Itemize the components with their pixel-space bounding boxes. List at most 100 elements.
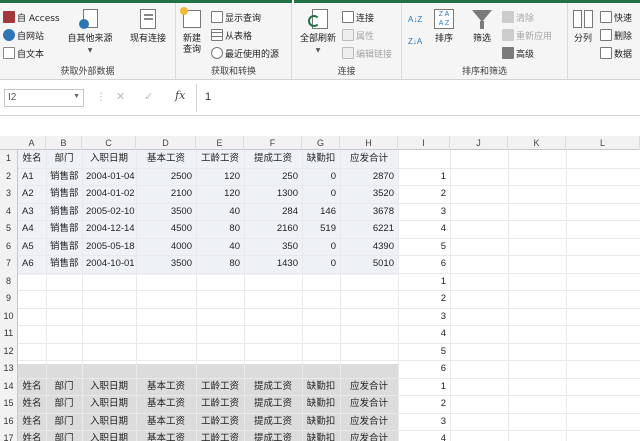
col-i-cell[interactable]: 1: [402, 378, 446, 396]
column-header-c[interactable]: C: [82, 136, 136, 150]
data-cell[interactable]: 3500: [140, 203, 192, 221]
row-header-17[interactable]: 17: [0, 430, 18, 441]
data-cell[interactable]: A3: [22, 203, 42, 221]
header-cell[interactable]: 缺勤扣: [302, 413, 340, 431]
column-header-e[interactable]: E: [196, 136, 244, 150]
header-cell[interactable]: 姓名: [18, 413, 46, 431]
row-header-11[interactable]: 11: [0, 325, 18, 343]
data-cell[interactable]: 3500: [140, 255, 192, 273]
header-cell[interactable]: 提成工资: [244, 150, 302, 168]
row-header-1[interactable]: 1: [0, 150, 18, 168]
data-cell[interactable]: 销售部: [50, 238, 79, 256]
col-i-cell[interactable]: 3: [402, 203, 446, 221]
data-cell[interactable]: 284: [248, 203, 298, 221]
sort-az-button[interactable]: A↓Z: [408, 11, 422, 27]
col-i-cell[interactable]: 2: [402, 185, 446, 203]
header-cell[interactable]: 缺勤扣: [302, 430, 340, 441]
col-i-cell[interactable]: 4: [402, 430, 446, 441]
name-box[interactable]: I2 ▼: [4, 89, 84, 107]
header-cell[interactable]: 应发合计: [340, 430, 398, 441]
col-i-cell[interactable]: 4: [402, 325, 446, 343]
row-header-12[interactable]: 12: [0, 342, 18, 360]
col-i-cell[interactable]: 6: [402, 360, 446, 378]
enter-icon[interactable]: ✓: [144, 90, 153, 103]
header-cell[interactable]: 提成工资: [244, 430, 302, 441]
data-cell[interactable]: 120: [200, 168, 240, 186]
row-header-9[interactable]: 9: [0, 290, 18, 308]
data-cell[interactable]: 4500: [140, 220, 192, 238]
from-table-button[interactable]: 从表格: [211, 27, 252, 43]
column-header-d[interactable]: D: [136, 136, 196, 150]
row-header-4[interactable]: 4: [0, 202, 18, 220]
edit-links-button[interactable]: 编辑链接: [342, 45, 392, 61]
header-cell[interactable]: 基本工资: [136, 150, 196, 168]
data-cell[interactable]: 1300: [248, 185, 298, 203]
data-cell[interactable]: 5010: [344, 255, 394, 273]
col-i-cell[interactable]: 5: [402, 343, 446, 361]
column-header-j[interactable]: J: [450, 136, 508, 150]
clear-filter-button[interactable]: 清除: [502, 9, 534, 25]
data-cell[interactable]: 1430: [248, 255, 298, 273]
other-sources-button[interactable]: 自其他来源 ▼: [64, 7, 116, 56]
new-query-button[interactable]: 新建 查询: [178, 7, 206, 56]
flash-fill-button[interactable]: 快速: [600, 9, 632, 25]
data-cell[interactable]: 3520: [344, 185, 394, 203]
sort-button[interactable]: Z AA Z 排序: [430, 7, 458, 45]
data-validation-button[interactable]: 数据: [600, 45, 632, 61]
col-i-cell[interactable]: 2: [402, 395, 446, 413]
data-cell[interactable]: 40: [200, 238, 240, 256]
data-cell[interactable]: A1: [22, 168, 42, 186]
from-access-button[interactable]: 自 Access: [3, 9, 60, 25]
row-header-7[interactable]: 7: [0, 255, 18, 273]
data-cell[interactable]: 0: [306, 255, 336, 273]
refresh-all-button[interactable]: 全部刷新 ▼: [296, 7, 340, 56]
header-cell[interactable]: 缺勤扣: [302, 378, 340, 396]
data-cell[interactable]: 120: [200, 185, 240, 203]
header-cell[interactable]: 工龄工资: [196, 150, 244, 168]
header-cell[interactable]: 工龄工资: [196, 395, 244, 413]
row-header-6[interactable]: 6: [0, 237, 18, 255]
text-to-columns-button[interactable]: 分列: [570, 7, 596, 45]
data-cell[interactable]: 销售部: [50, 203, 79, 221]
data-cell[interactable]: 0: [306, 238, 336, 256]
chevron-down-icon[interactable]: ▼: [73, 93, 80, 100]
data-cell[interactable]: 销售部: [50, 168, 79, 186]
header-cell[interactable]: 部门: [46, 413, 82, 431]
col-i-cell[interactable]: 4: [402, 220, 446, 238]
header-cell[interactable]: 入职日期: [82, 413, 136, 431]
data-cell[interactable]: A5: [22, 238, 42, 256]
data-cell[interactable]: 0: [306, 168, 336, 186]
data-cell[interactable]: 40: [200, 203, 240, 221]
data-cell[interactable]: 销售部: [50, 185, 79, 203]
data-cell[interactable]: 250: [248, 168, 298, 186]
col-i-cell[interactable]: 2: [402, 290, 446, 308]
data-cell[interactable]: 4390: [344, 238, 394, 256]
column-header-f[interactable]: F: [244, 136, 302, 150]
data-cell[interactable]: 销售部: [50, 220, 79, 238]
from-text-button[interactable]: 自文本: [3, 45, 44, 61]
data-cell[interactable]: 2004-12-14: [86, 220, 135, 238]
col-i-cell[interactable]: 3: [402, 413, 446, 431]
header-cell[interactable]: 应发合计: [340, 395, 398, 413]
data-cell[interactable]: A4: [22, 220, 42, 238]
recent-sources-button[interactable]: 最近使用的源: [211, 45, 279, 61]
data-cell[interactable]: 2004-01-04: [86, 168, 135, 186]
data-cell[interactable]: 0: [306, 185, 336, 203]
connections-button[interactable]: 连接: [342, 9, 374, 25]
header-cell[interactable]: 部门: [46, 150, 82, 168]
col-i-cell[interactable]: 3: [402, 308, 446, 326]
data-cell[interactable]: 6221: [344, 220, 394, 238]
header-cell[interactable]: 入职日期: [82, 430, 136, 441]
row-header-3[interactable]: 3: [0, 185, 18, 203]
remove-duplicates-button[interactable]: 删除: [600, 27, 632, 43]
row-header-5[interactable]: 5: [0, 220, 18, 238]
row-header-16[interactable]: 16: [0, 412, 18, 430]
filter-button[interactable]: 筛选: [468, 7, 496, 45]
properties-button[interactable]: 属性: [342, 27, 374, 43]
col-i-cell[interactable]: 1: [402, 273, 446, 291]
data-cell[interactable]: 2870: [344, 168, 394, 186]
header-cell[interactable]: 入职日期: [82, 395, 136, 413]
col-i-cell[interactable]: 1: [402, 168, 446, 186]
header-cell[interactable]: 基本工资: [136, 395, 196, 413]
data-cell[interactable]: 销售部: [50, 255, 79, 273]
